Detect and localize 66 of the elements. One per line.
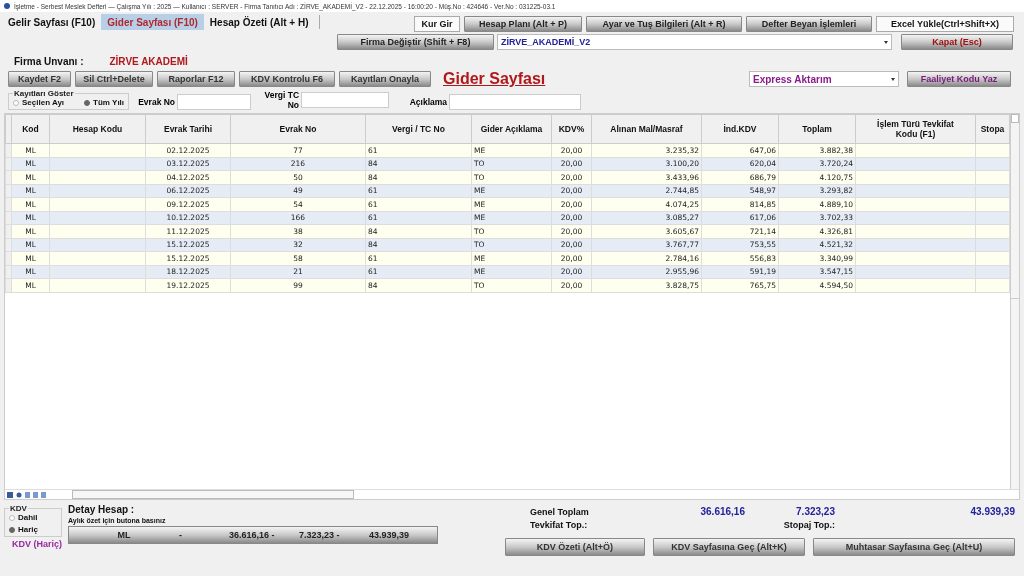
page-title: Gider Sayfası bbox=[443, 70, 546, 88]
company-select[interactable]: ZİRVE_AKADEMİ_V2 bbox=[497, 34, 892, 50]
stoppage-label: Stopaj Top.: bbox=[782, 520, 835, 530]
column-header[interactable]: Hesap Kodu bbox=[49, 114, 146, 144]
summary-value: - bbox=[179, 530, 183, 540]
transfer-select[interactable]: Express Aktarım bbox=[749, 71, 899, 87]
total-value: 43.939,39 bbox=[969, 506, 1015, 517]
toolbar-button[interactable]: Hesap Planı (Alt + P) bbox=[464, 16, 582, 32]
radio-option[interactable]: Hariç bbox=[9, 525, 57, 534]
summary-value: ML bbox=[116, 530, 132, 540]
change-company-button[interactable]: Firma Değiştir (Shift + F8) bbox=[337, 34, 494, 50]
input-field[interactable] bbox=[301, 92, 390, 108]
summary-value: 43.939,39 bbox=[369, 530, 411, 540]
group-title: KDV bbox=[9, 504, 28, 513]
column-header[interactable]: Gider Açıklama bbox=[471, 114, 552, 144]
column-header[interactable]: Kod bbox=[11, 114, 50, 144]
field-label: Evrak No bbox=[137, 97, 176, 107]
field-label: Açıklama bbox=[408, 97, 448, 107]
field-label: Vergi TC No bbox=[263, 90, 300, 110]
toolbar-button[interactable]: Ayar ve Tuş Bilgileri (Alt + R) bbox=[586, 16, 742, 32]
toolbar-button[interactable]: Excel Yükle(Ctrl+Shift+X) bbox=[876, 16, 1014, 32]
tab[interactable]: Gelir Sayfası (F10) bbox=[2, 14, 102, 30]
column-header[interactable]: Stopa bbox=[975, 114, 1010, 144]
summary-value: 36.616,16 - bbox=[229, 530, 276, 540]
action-button[interactable]: Raporlar F12 bbox=[157, 71, 235, 87]
radio-option[interactable]: Dahil bbox=[9, 513, 57, 522]
detail-title: Detay Hesap : bbox=[68, 504, 136, 515]
column-header[interactable]: Vergi / TC No bbox=[365, 114, 472, 144]
input-field[interactable] bbox=[177, 94, 252, 110]
vertical-scrollbar[interactable] bbox=[1010, 114, 1019, 489]
withholding-label: Tevkifat Top.: bbox=[530, 520, 589, 530]
horizontal-scrollbar[interactable] bbox=[72, 490, 354, 499]
column-header[interactable]: Evrak Tarihi bbox=[145, 114, 231, 144]
action-button[interactable]: KDV Kontrolu F6 bbox=[239, 71, 335, 87]
kdv-mode-label: KDV (Hariç) bbox=[11, 539, 62, 549]
activity-code-button[interactable]: Faaliyet Kodu Yaz bbox=[907, 71, 1011, 87]
tab[interactable]: Hesap Özeti (Alt + H) bbox=[203, 14, 315, 30]
toolbar-button[interactable]: Defter Beyan İşlemleri bbox=[746, 16, 872, 32]
tab[interactable]: Gider Sayfası (F10) bbox=[101, 14, 204, 30]
group-title: Kayıtları Göster bbox=[13, 89, 75, 98]
summary-nav-button[interactable]: KDV Özeti (Alt+Ö) bbox=[505, 538, 645, 556]
company-label: Firma Unvanı : bbox=[14, 56, 84, 67]
column-header[interactable]: İnd.KDV bbox=[701, 114, 779, 144]
column-header[interactable]: Toplam bbox=[778, 114, 856, 144]
navigator-icons[interactable] bbox=[7, 491, 47, 498]
company-name: ZİRVE AKADEMİ bbox=[109, 56, 188, 67]
summary-value: 7.323,23 - bbox=[299, 530, 341, 540]
action-button[interactable]: Sil Ctrl+Delete bbox=[75, 71, 153, 87]
summary-nav-button[interactable]: KDV Sayfasına Geç (Alt+K) bbox=[653, 538, 805, 556]
summary-nav-button[interactable]: Muhtasar Sayfasına Geç (Alt+U) bbox=[813, 538, 1015, 556]
total-label: Genel Toplam bbox=[530, 506, 590, 517]
column-header[interactable]: Alınan Mal/Masraf bbox=[591, 114, 702, 144]
radio-option[interactable]: Seçilen Ayı bbox=[13, 98, 65, 107]
input-field[interactable] bbox=[449, 94, 582, 110]
column-header[interactable]: İşlem Türü Tevkifat Kodu (F1) bbox=[855, 114, 976, 144]
total-value: 36.616,16 bbox=[699, 506, 745, 517]
action-button[interactable]: Kaydet F2 bbox=[8, 71, 71, 87]
column-header[interactable]: Evrak No bbox=[230, 114, 366, 144]
monthly-summary-button[interactable]: ML - 36.616,16 - 7.323,23 - 43.939,39 bbox=[68, 526, 438, 544]
toolbar-button[interactable]: Kur Gir bbox=[414, 16, 460, 32]
app-icon bbox=[4, 3, 10, 9]
close-button[interactable]: Kapat (Esc) bbox=[901, 34, 1013, 50]
action-button[interactable]: Kayıtları Onayla bbox=[339, 71, 431, 87]
radio-option[interactable]: Tüm Yılı bbox=[84, 98, 125, 107]
column-header[interactable]: KDV% bbox=[551, 114, 592, 144]
total-value: 7.323,23 bbox=[795, 506, 835, 517]
